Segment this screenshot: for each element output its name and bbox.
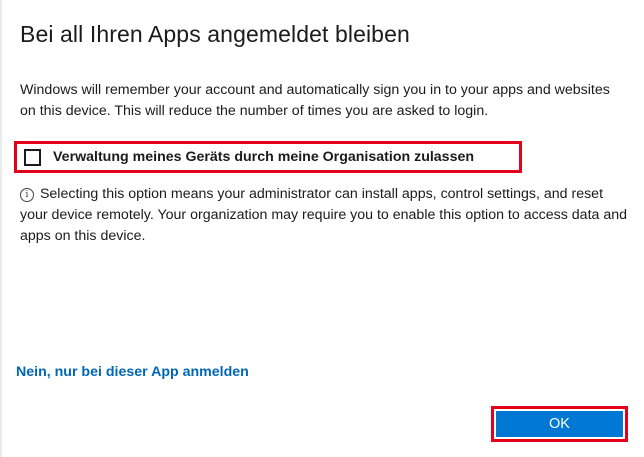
dialog-description: Windows will remember your account and a… [20, 82, 610, 119]
info-note: i Selecting this option means your admin… [20, 184, 632, 247]
allow-org-management-checkbox[interactable] [24, 148, 41, 166]
allow-org-management-checkbox-row[interactable]: Verwaltung meines Geräts durch meine Org… [14, 141, 522, 173]
ok-button-highlight: OK [491, 406, 628, 442]
window-edge [0, 0, 2, 457]
info-circle-icon: i [20, 188, 34, 202]
stay-signed-in-dialog: Bei all Ihren Apps angemeldet bleiben Wi… [0, 0, 644, 457]
ok-button[interactable]: OK [496, 411, 623, 437]
info-text: Selecting this option means your adminis… [20, 186, 628, 244]
dialog-title: Bei all Ihren Apps angemeldet bleiben [20, 21, 410, 47]
allow-org-management-label[interactable]: Verwaltung meines Geräts durch meine Org… [53, 149, 474, 165]
sign-in-this-app-only-link[interactable]: Nein, nur bei dieser App anmelden [16, 364, 249, 380]
